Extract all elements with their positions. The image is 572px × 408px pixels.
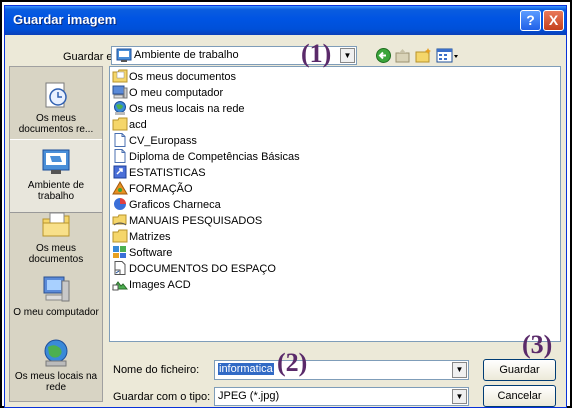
filename-input[interactable]: informatica ▼ <box>214 360 469 380</box>
shortcut-icon <box>113 165 127 179</box>
new-folder-icon[interactable] <box>415 47 432 64</box>
images-shortcut-icon <box>112 281 128 291</box>
annotation-3: (3) <box>522 330 553 359</box>
document-icon <box>114 149 126 163</box>
annotation-2: (2) <box>277 348 308 377</box>
document-icon <box>114 133 126 147</box>
list-item[interactable]: Os meus documentos <box>112 69 236 85</box>
place-label: O meu computador <box>13 307 99 318</box>
recent-documents-icon <box>45 82 67 108</box>
cancel-button[interactable]: Cancelar <box>483 385 556 407</box>
place-label: Ambiente de trabalho <box>27 180 85 202</box>
network-folder-icon <box>112 214 127 226</box>
list-item[interactable]: ESTATISTICAS <box>112 165 206 181</box>
filetype-dropdown[interactable]: JPEG (*.jpg) ▼ <box>214 387 469 406</box>
folder-docs-icon <box>112 69 128 83</box>
list-item[interactable]: O meu computador <box>112 85 223 101</box>
my-documents-icon <box>42 212 70 237</box>
place-desktop[interactable]: Ambiente de trabalho <box>10 139 102 213</box>
software-icon <box>113 246 126 258</box>
my-computer-icon <box>43 276 70 302</box>
media-icon <box>112 181 128 195</box>
save-button[interactable]: Guardar <box>483 359 556 381</box>
filename-value: informatica <box>218 363 274 375</box>
network-places-icon <box>44 339 68 367</box>
file-list[interactable]: Os meus documentos O meu computador Os m… <box>109 66 561 342</box>
list-item[interactable]: FORMAÇÃO <box>112 181 193 197</box>
desktop-small-icon <box>116 48 132 62</box>
close-button[interactable]: X <box>543 10 564 31</box>
folder-icon <box>112 229 128 243</box>
list-item[interactable]: Images ACD <box>112 277 191 293</box>
back-icon[interactable] <box>375 47 392 64</box>
window-title: Guardar imagem <box>13 12 117 27</box>
help-button[interactable]: ? <box>520 10 541 31</box>
list-item[interactable]: CV_Europass <box>112 133 197 149</box>
chevron-down-icon[interactable]: ▼ <box>340 48 355 63</box>
folder-icon <box>112 117 128 131</box>
list-item[interactable]: Software <box>112 245 172 261</box>
list-item[interactable]: Os meus locais na rede <box>112 101 245 117</box>
desktop-icon <box>42 149 70 174</box>
place-label: Os meus locais na rede <box>14 371 98 393</box>
list-item[interactable]: Matrizes <box>112 229 171 245</box>
annotation-1: (1) <box>301 39 332 68</box>
list-item[interactable]: Graficos Charneca <box>112 197 221 213</box>
place-my-documents[interactable]: Os meus documentos <box>10 209 102 265</box>
save-image-dialog: Guardar imagem ? X Guardar em: Ambiente … <box>4 5 567 408</box>
places-bar: Os meus documentos re... Ambiente de tra… <box>9 66 103 402</box>
list-item[interactable]: acd <box>112 117 147 133</box>
place-network[interactable]: Os meus locais na rede <box>10 337 102 393</box>
chevron-down-icon[interactable]: ▼ <box>452 389 467 404</box>
place-my-computer[interactable]: O meu computador <box>10 273 102 318</box>
place-label: Os meus documentos re... <box>18 113 94 135</box>
chart-icon <box>114 198 126 210</box>
filename-label: Nome do ficheiro: <box>113 364 200 376</box>
save-in-value: Ambiente de trabalho <box>134 49 239 61</box>
filetype-label: Guardar com o tipo: <box>113 391 211 403</box>
place-label: Os meus documentos <box>28 243 84 265</box>
list-item[interactable]: MANUAIS PESQUISADOS <box>112 213 262 229</box>
view-menu-icon[interactable] <box>436 47 460 64</box>
list-item[interactable]: Diploma de Competências Básicas <box>112 149 300 165</box>
computer-icon <box>112 85 128 99</box>
list-item[interactable]: DOCUMENTOS DO ESPAÇO <box>112 261 276 277</box>
chevron-down-icon[interactable]: ▼ <box>452 362 467 378</box>
filetype-value: JPEG (*.jpg) <box>218 390 280 402</box>
up-folder-icon[interactable] <box>394 47 411 64</box>
network-icon <box>114 101 126 115</box>
place-recent-documents[interactable]: Os meus documentos re... <box>10 79 102 135</box>
document-shortcut-icon <box>114 261 126 275</box>
title-bar[interactable]: Guardar imagem ? X <box>5 6 566 35</box>
